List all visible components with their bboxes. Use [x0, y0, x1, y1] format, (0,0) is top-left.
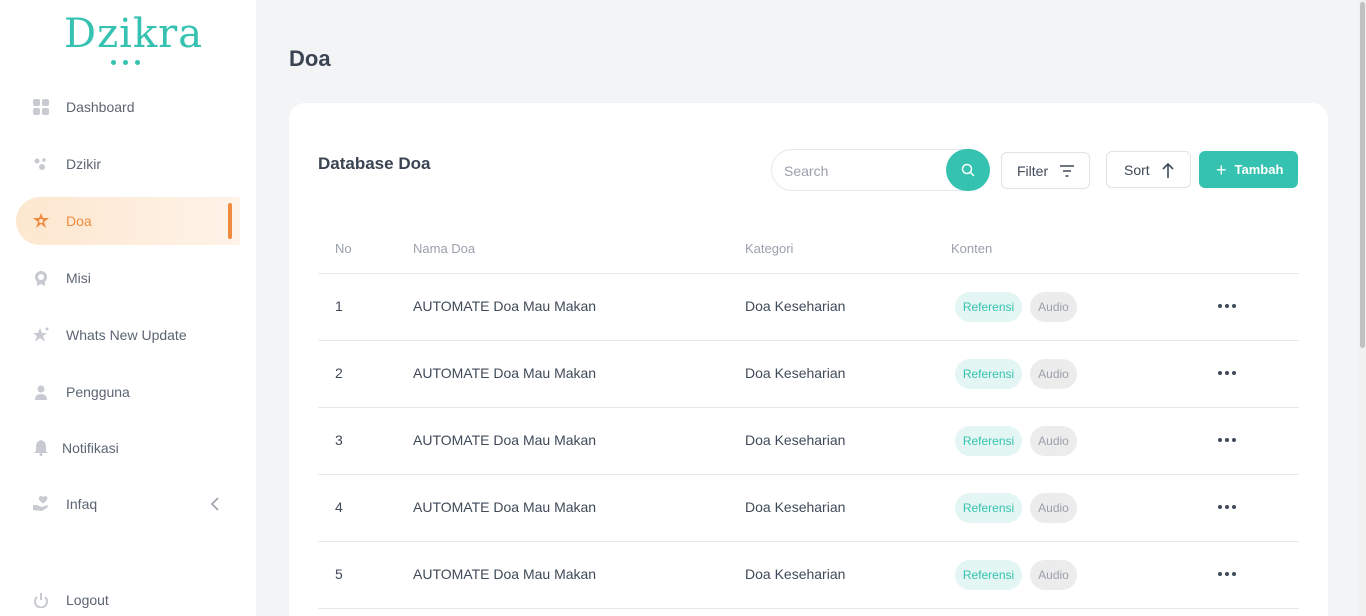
- sidebar-item-label: Pengguna: [66, 384, 130, 400]
- more-options-icon[interactable]: [1217, 430, 1237, 450]
- hand-heart-icon: [32, 495, 50, 513]
- chevron-left-icon[interactable]: [210, 496, 220, 517]
- filter-button[interactable]: Filter: [1001, 152, 1090, 189]
- sidebar-item-dashboard[interactable]: Dashboard: [16, 83, 240, 131]
- sidebar-item-infaq[interactable]: Infaq: [16, 480, 240, 528]
- sidebar-item-label: Notifikasi: [62, 440, 119, 456]
- sidebar-item-notifikasi[interactable]: Notifikasi: [16, 424, 240, 472]
- arrow-up-icon: [1162, 162, 1174, 181]
- more-options-icon[interactable]: [1217, 363, 1237, 383]
- logout-button[interactable]: Logout: [16, 576, 240, 616]
- add-button[interactable]: + Tambah: [1199, 151, 1298, 188]
- sidebar-item-misi[interactable]: Misi: [16, 254, 240, 302]
- header-konten: Konten: [951, 241, 993, 256]
- header-no: No: [335, 241, 352, 256]
- row-no: 1: [335, 298, 343, 314]
- badge-referensi: Referensi: [955, 560, 1022, 590]
- table-row[interactable]: 5 AUTOMATE Doa Mau Makan Doa Keseharian …: [318, 542, 1299, 609]
- power-icon: [32, 591, 50, 609]
- dashboard-icon: [32, 98, 50, 116]
- table-row[interactable]: 2 AUTOMATE Doa Mau Makan Doa Keseharian …: [318, 341, 1299, 408]
- medal-icon: [32, 269, 50, 287]
- row-nama: AUTOMATE Doa Mau Makan: [413, 499, 597, 515]
- header-nama-doa[interactable]: Nama Doa: [413, 241, 475, 256]
- row-no: 4: [335, 499, 343, 515]
- sidebar: Dzikra Dashboard Dzikir Doa Misi Whats N…: [0, 0, 256, 616]
- search-button[interactable]: [946, 149, 990, 191]
- sidebar-item-doa[interactable]: Doa: [16, 197, 240, 245]
- badge-audio: Audio: [1030, 426, 1077, 456]
- badge-referensi: Referensi: [955, 292, 1022, 322]
- sidebar-item-label: Whats New Update: [66, 327, 187, 343]
- search-input[interactable]: [784, 161, 934, 181]
- add-label: Tambah: [1234, 162, 1284, 177]
- search-icon: [961, 163, 975, 177]
- logo-text: Dzikra: [64, 11, 204, 57]
- row-no: 2: [335, 365, 343, 381]
- logout-label: Logout: [66, 592, 109, 608]
- row-nama: AUTOMATE Doa Mau Makan: [413, 365, 597, 381]
- row-kategori: Doa Keseharian: [745, 298, 846, 314]
- sidebar-item-label: Doa: [66, 213, 92, 229]
- badge-audio: Audio: [1030, 493, 1077, 523]
- row-kategori: Doa Keseharian: [745, 566, 846, 582]
- scrollbar-thumb[interactable]: [1360, 2, 1365, 348]
- sidebar-item-label: Misi: [66, 270, 91, 286]
- badge-audio: Audio: [1030, 292, 1077, 322]
- table-row[interactable]: 1 AUTOMATE Doa Mau Makan Doa Keseharian …: [318, 274, 1299, 341]
- dzikir-icon: [32, 155, 50, 173]
- sidebar-item-pengguna[interactable]: Pengguna: [16, 368, 240, 416]
- bell-icon: [32, 439, 50, 457]
- badge-audio: Audio: [1030, 560, 1077, 590]
- user-icon: [32, 383, 50, 401]
- badge-referensi: Referensi: [955, 493, 1022, 523]
- doa-table-card: Database Doa Filter Sort + Tambah No Nam…: [289, 103, 1328, 616]
- row-no: 3: [335, 432, 343, 448]
- row-nama: AUTOMATE Doa Mau Makan: [413, 432, 597, 448]
- page-scrollbar[interactable]: [1359, 0, 1366, 616]
- sort-button[interactable]: Sort: [1106, 151, 1191, 188]
- table-row[interactable]: 4 AUTOMATE Doa Mau Makan Doa Keseharian …: [318, 475, 1299, 542]
- row-no: 5: [335, 566, 343, 582]
- sidebar-item-label: Infaq: [66, 496, 98, 512]
- filter-label: Filter: [1017, 162, 1049, 179]
- sidebar-item-whats-new[interactable]: Whats New Update: [16, 311, 240, 359]
- badge-referensi: Referensi: [955, 426, 1022, 456]
- header-kategori[interactable]: Kategori: [745, 241, 793, 256]
- card-title: Database Doa: [318, 154, 431, 173]
- star-icon: [32, 212, 50, 230]
- sidebar-item-label: Dzikir: [66, 156, 101, 172]
- more-options-icon[interactable]: [1217, 564, 1237, 584]
- filter-icon: [1059, 164, 1075, 181]
- row-nama: AUTOMATE Doa Mau Makan: [413, 566, 597, 582]
- badge-referensi: Referensi: [955, 359, 1022, 389]
- table-header: No Nama Doa Kategori Konten: [318, 232, 1299, 274]
- sidebar-item-label: Dashboard: [66, 99, 135, 115]
- sidebar-item-dzikir[interactable]: Dzikir: [16, 140, 240, 188]
- row-kategori: Doa Keseharian: [745, 499, 846, 515]
- sort-label: Sort: [1124, 161, 1150, 178]
- logo-dots: [111, 60, 140, 65]
- search-box: [771, 149, 990, 191]
- more-options-icon[interactable]: [1217, 497, 1237, 517]
- logo[interactable]: Dzikra: [64, 11, 204, 72]
- more-options-icon[interactable]: [1217, 296, 1237, 316]
- table-row[interactable]: 3 AUTOMATE Doa Mau Makan Doa Keseharian …: [318, 408, 1299, 475]
- row-nama: AUTOMATE Doa Mau Makan: [413, 298, 597, 314]
- row-kategori: Doa Keseharian: [745, 365, 846, 381]
- sparkle-star-icon: [32, 326, 50, 344]
- page-title: Doa: [289, 46, 331, 71]
- row-kategori: Doa Keseharian: [745, 432, 846, 448]
- plus-icon: +: [1216, 159, 1227, 180]
- badge-audio: Audio: [1030, 359, 1077, 389]
